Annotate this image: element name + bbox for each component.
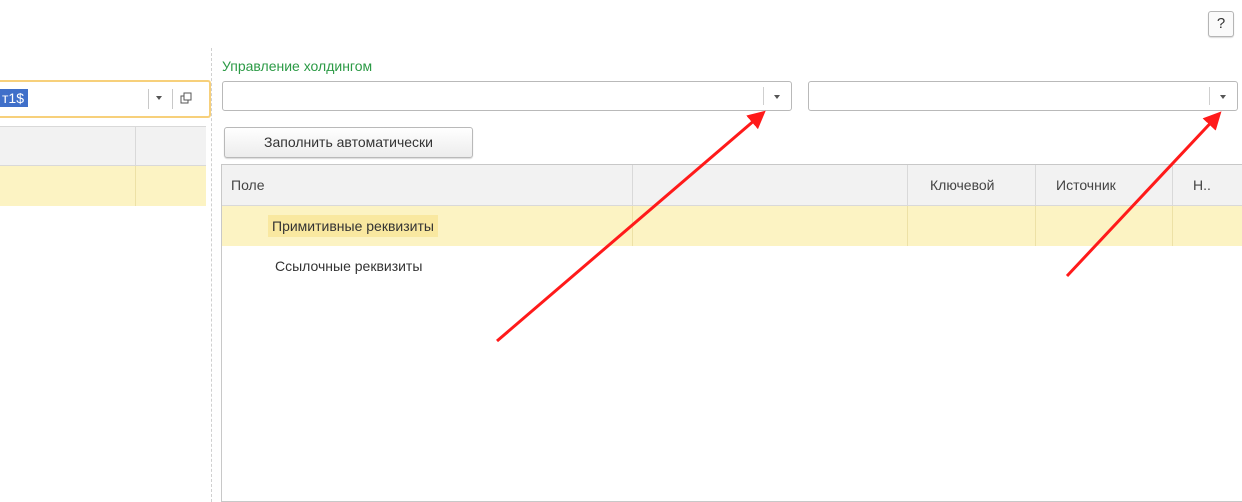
help-button[interactable]: ?	[1208, 11, 1234, 37]
combo-separator	[763, 87, 764, 105]
table-row[interactable]: Примитивные реквизиты	[222, 206, 1242, 246]
table-row[interactable]: Ссылочные реквизиты	[222, 246, 1242, 286]
fill-automatically-button[interactable]: Заполнить автоматически	[224, 127, 473, 158]
fields-table-header: Поле Ключевой Источник Н..	[222, 165, 1242, 206]
chevron-down-icon[interactable]	[156, 96, 162, 100]
left-combo-selected-text[interactable]: т1$	[0, 89, 28, 107]
left-grid-row-separator	[135, 166, 136, 206]
left-combo-field[interactable]: т1$	[0, 80, 211, 118]
column-header-empty[interactable]	[633, 165, 908, 205]
table-row-label: Примитивные реквизиты	[268, 215, 438, 237]
left-grid-header	[0, 126, 206, 166]
left-grid-column-separator[interactable]	[135, 127, 136, 165]
left-combo-separator	[148, 89, 149, 109]
chevron-down-icon	[1220, 95, 1226, 99]
row-separator	[907, 206, 908, 246]
combo-separator	[1209, 87, 1210, 105]
panel-splitter[interactable]	[211, 48, 212, 502]
column-header-key[interactable]: Ключевой	[908, 165, 1036, 205]
fields-table[interactable]: Поле Ключевой Источник Н.. Примитивные р…	[221, 164, 1242, 502]
holding-combo-2-dropdown-button[interactable]	[1209, 82, 1237, 110]
table-row-label: Ссылочные реквизиты	[275, 258, 423, 274]
column-header-n[interactable]: Н..	[1173, 165, 1242, 205]
left-combo-separator-2	[172, 89, 173, 109]
row-separator	[1172, 206, 1173, 246]
open-form-icon[interactable]	[180, 92, 192, 104]
row-separator	[632, 206, 633, 246]
row-separator	[1035, 206, 1036, 246]
left-grid-row-selected[interactable]	[0, 166, 206, 206]
group-title: Управление холдингом	[222, 58, 373, 74]
holding-combo-field-2[interactable]	[808, 81, 1238, 111]
chevron-down-icon	[774, 95, 780, 99]
holding-combo-1-dropdown-button[interactable]	[763, 82, 791, 110]
column-header-field[interactable]: Поле	[222, 165, 633, 205]
column-header-source[interactable]: Источник	[1036, 165, 1173, 205]
holding-combo-field-1[interactable]	[222, 81, 792, 111]
